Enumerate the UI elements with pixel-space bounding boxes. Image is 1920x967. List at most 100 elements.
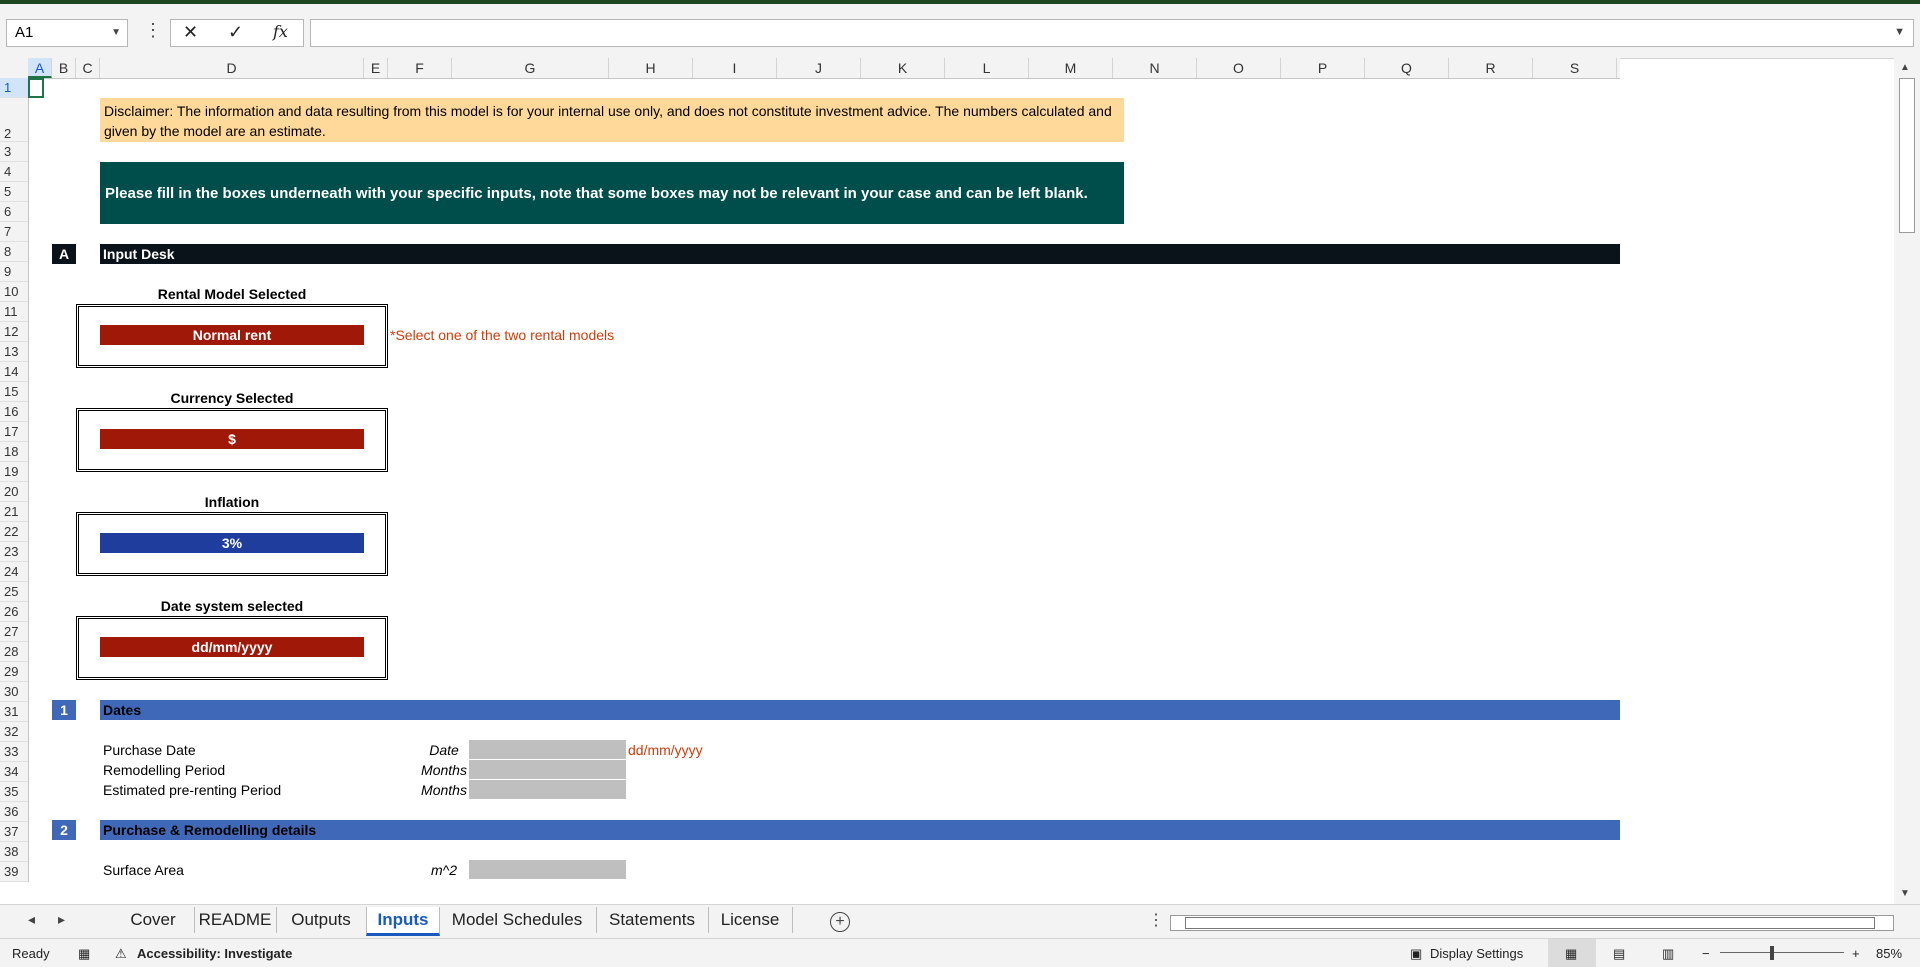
chevron-down-icon[interactable]: ▼	[111, 20, 121, 46]
cancel-icon[interactable]: ✕	[183, 22, 198, 43]
row-header-21[interactable]: 21	[0, 502, 28, 522]
row-header-39[interactable]: 39	[0, 862, 28, 882]
column-header-d[interactable]: D	[100, 58, 364, 78]
scroll-up-icon[interactable]: ▲	[1900, 62, 1910, 73]
column-header-q[interactable]: Q	[1365, 58, 1449, 78]
column-header-s[interactable]: S	[1533, 58, 1617, 78]
row-header-28[interactable]: 28	[0, 642, 28, 662]
sheet-tab-readme[interactable]: README	[194, 907, 277, 933]
sheet-tab-license[interactable]: License	[708, 907, 793, 933]
row-header-8[interactable]: 8	[0, 242, 28, 262]
vertical-scroll-thumb[interactable]	[1899, 78, 1915, 233]
row-header-27[interactable]: 27	[0, 622, 28, 642]
row-header-29[interactable]: 29	[0, 662, 28, 682]
page-layout-icon[interactable]: ▤	[1613, 946, 1625, 962]
row-header-38[interactable]: 38	[0, 842, 28, 862]
row-header-15[interactable]: 15	[0, 382, 28, 402]
row-header-1[interactable]: 1	[0, 78, 28, 98]
more-options-icon[interactable]: ⋮	[144, 20, 162, 41]
row-header-16[interactable]: 16	[0, 402, 28, 422]
column-header-r[interactable]: R	[1449, 58, 1533, 78]
zoom-out-icon[interactable]: −	[1702, 946, 1710, 961]
row-header-2[interactable]: 2	[0, 98, 28, 142]
horizontal-scrollbar[interactable]	[1170, 915, 1894, 931]
row-header-7[interactable]: 7	[0, 222, 28, 242]
sheet-grid[interactable]: Disclaimer: The information and data res…	[28, 78, 1620, 904]
column-header-g[interactable]: G	[452, 58, 609, 78]
column-header-c[interactable]: C	[76, 58, 100, 78]
column-header-l[interactable]: L	[945, 58, 1029, 78]
name-box[interactable]: A1 ▼	[6, 19, 128, 47]
column-header-n[interactable]: N	[1113, 58, 1197, 78]
tab-options-icon[interactable]: ⋮	[1148, 910, 1164, 930]
row-header-12[interactable]: 12	[0, 322, 28, 342]
currency-select[interactable]: $	[100, 429, 364, 449]
active-cell-a1[interactable]	[28, 78, 44, 98]
row-header-18[interactable]: 18	[0, 442, 28, 462]
zoom-slider-handle[interactable]	[1770, 946, 1774, 960]
column-header-o[interactable]: O	[1197, 58, 1281, 78]
tab-prev-icon[interactable]: ◂	[28, 911, 35, 928]
column-header-j[interactable]: J	[777, 58, 861, 78]
remodelling-period-input[interactable]	[469, 760, 626, 780]
column-header-m[interactable]: M	[1029, 58, 1113, 78]
row-header-19[interactable]: 19	[0, 462, 28, 482]
row-header-37[interactable]: 37	[0, 822, 28, 842]
row-header-14[interactable]: 14	[0, 362, 28, 382]
row-header-13[interactable]: 13	[0, 342, 28, 362]
sheet-tab-cover[interactable]: Cover	[112, 907, 195, 933]
row-header-35[interactable]: 35	[0, 782, 28, 802]
row-header-17[interactable]: 17	[0, 422, 28, 442]
zoom-level[interactable]: 85%	[1876, 946, 1902, 961]
column-header-h[interactable]: H	[609, 58, 693, 78]
accessibility-status[interactable]: Accessibility: Investigate	[137, 946, 292, 961]
row-header-32[interactable]: 32	[0, 722, 28, 742]
row-header-4[interactable]: 4	[0, 162, 28, 182]
column-header-i[interactable]: I	[693, 58, 777, 78]
surface-area-input[interactable]	[469, 860, 626, 880]
macro-record-icon[interactable]: ▦	[78, 946, 90, 962]
row-header-22[interactable]: 22	[0, 522, 28, 542]
zoom-in-icon[interactable]: +	[1852, 946, 1860, 961]
tab-next-icon[interactable]: ▸	[58, 911, 65, 928]
row-header-24[interactable]: 24	[0, 562, 28, 582]
row-header-11[interactable]: 11	[0, 302, 28, 322]
row-header-36[interactable]: 36	[0, 802, 28, 822]
pre-renting-period-input[interactable]	[469, 780, 626, 800]
column-header-k[interactable]: K	[861, 58, 945, 78]
formula-input[interactable]: ▼	[310, 19, 1914, 47]
sheet-tab-outputs[interactable]: Outputs	[276, 907, 367, 933]
inflation-input[interactable]: 3%	[100, 533, 364, 553]
row-header-34[interactable]: 34	[0, 762, 28, 782]
page-break-preview-icon[interactable]: ▥	[1662, 946, 1674, 962]
row-header-33[interactable]: 33	[0, 742, 28, 762]
column-header-a[interactable]: A	[28, 58, 52, 78]
date-system-select[interactable]: dd/mm/yyyy	[100, 637, 364, 657]
rental-model-select[interactable]: Normal rent	[100, 325, 364, 345]
insert-function-icon[interactable]: fx	[273, 22, 288, 41]
row-header-31[interactable]: 31	[0, 702, 28, 722]
column-header-f[interactable]: F	[388, 58, 452, 78]
display-settings-button[interactable]: Display Settings	[1430, 946, 1523, 961]
row-header-9[interactable]: 9	[0, 262, 28, 282]
sheet-tab-statements[interactable]: Statements	[596, 907, 709, 933]
row-header-3[interactable]: 3	[0, 142, 28, 162]
row-header-23[interactable]: 23	[0, 542, 28, 562]
purchase-date-input[interactable]	[469, 740, 626, 760]
row-header-10[interactable]: 10	[0, 282, 28, 302]
column-header-b[interactable]: B	[52, 58, 76, 78]
expand-formula-icon[interactable]: ▼	[1894, 26, 1905, 38]
row-header-20[interactable]: 20	[0, 482, 28, 502]
sheet-tab-inputs[interactable]: Inputs	[366, 907, 440, 936]
zoom-slider[interactable]	[1720, 952, 1844, 953]
column-header-e[interactable]: E	[364, 58, 388, 78]
row-header-30[interactable]: 30	[0, 682, 28, 702]
row-header-26[interactable]: 26	[0, 602, 28, 622]
sheet-tab-model-schedules[interactable]: Model Schedules	[438, 907, 597, 933]
column-header-p[interactable]: P	[1281, 58, 1365, 78]
scroll-down-icon[interactable]: ▼	[1900, 888, 1910, 899]
enter-icon[interactable]: ✓	[228, 22, 243, 43]
row-header-25[interactable]: 25	[0, 582, 28, 602]
add-sheet-icon[interactable]: +	[830, 912, 850, 932]
row-header-6[interactable]: 6	[0, 202, 28, 222]
